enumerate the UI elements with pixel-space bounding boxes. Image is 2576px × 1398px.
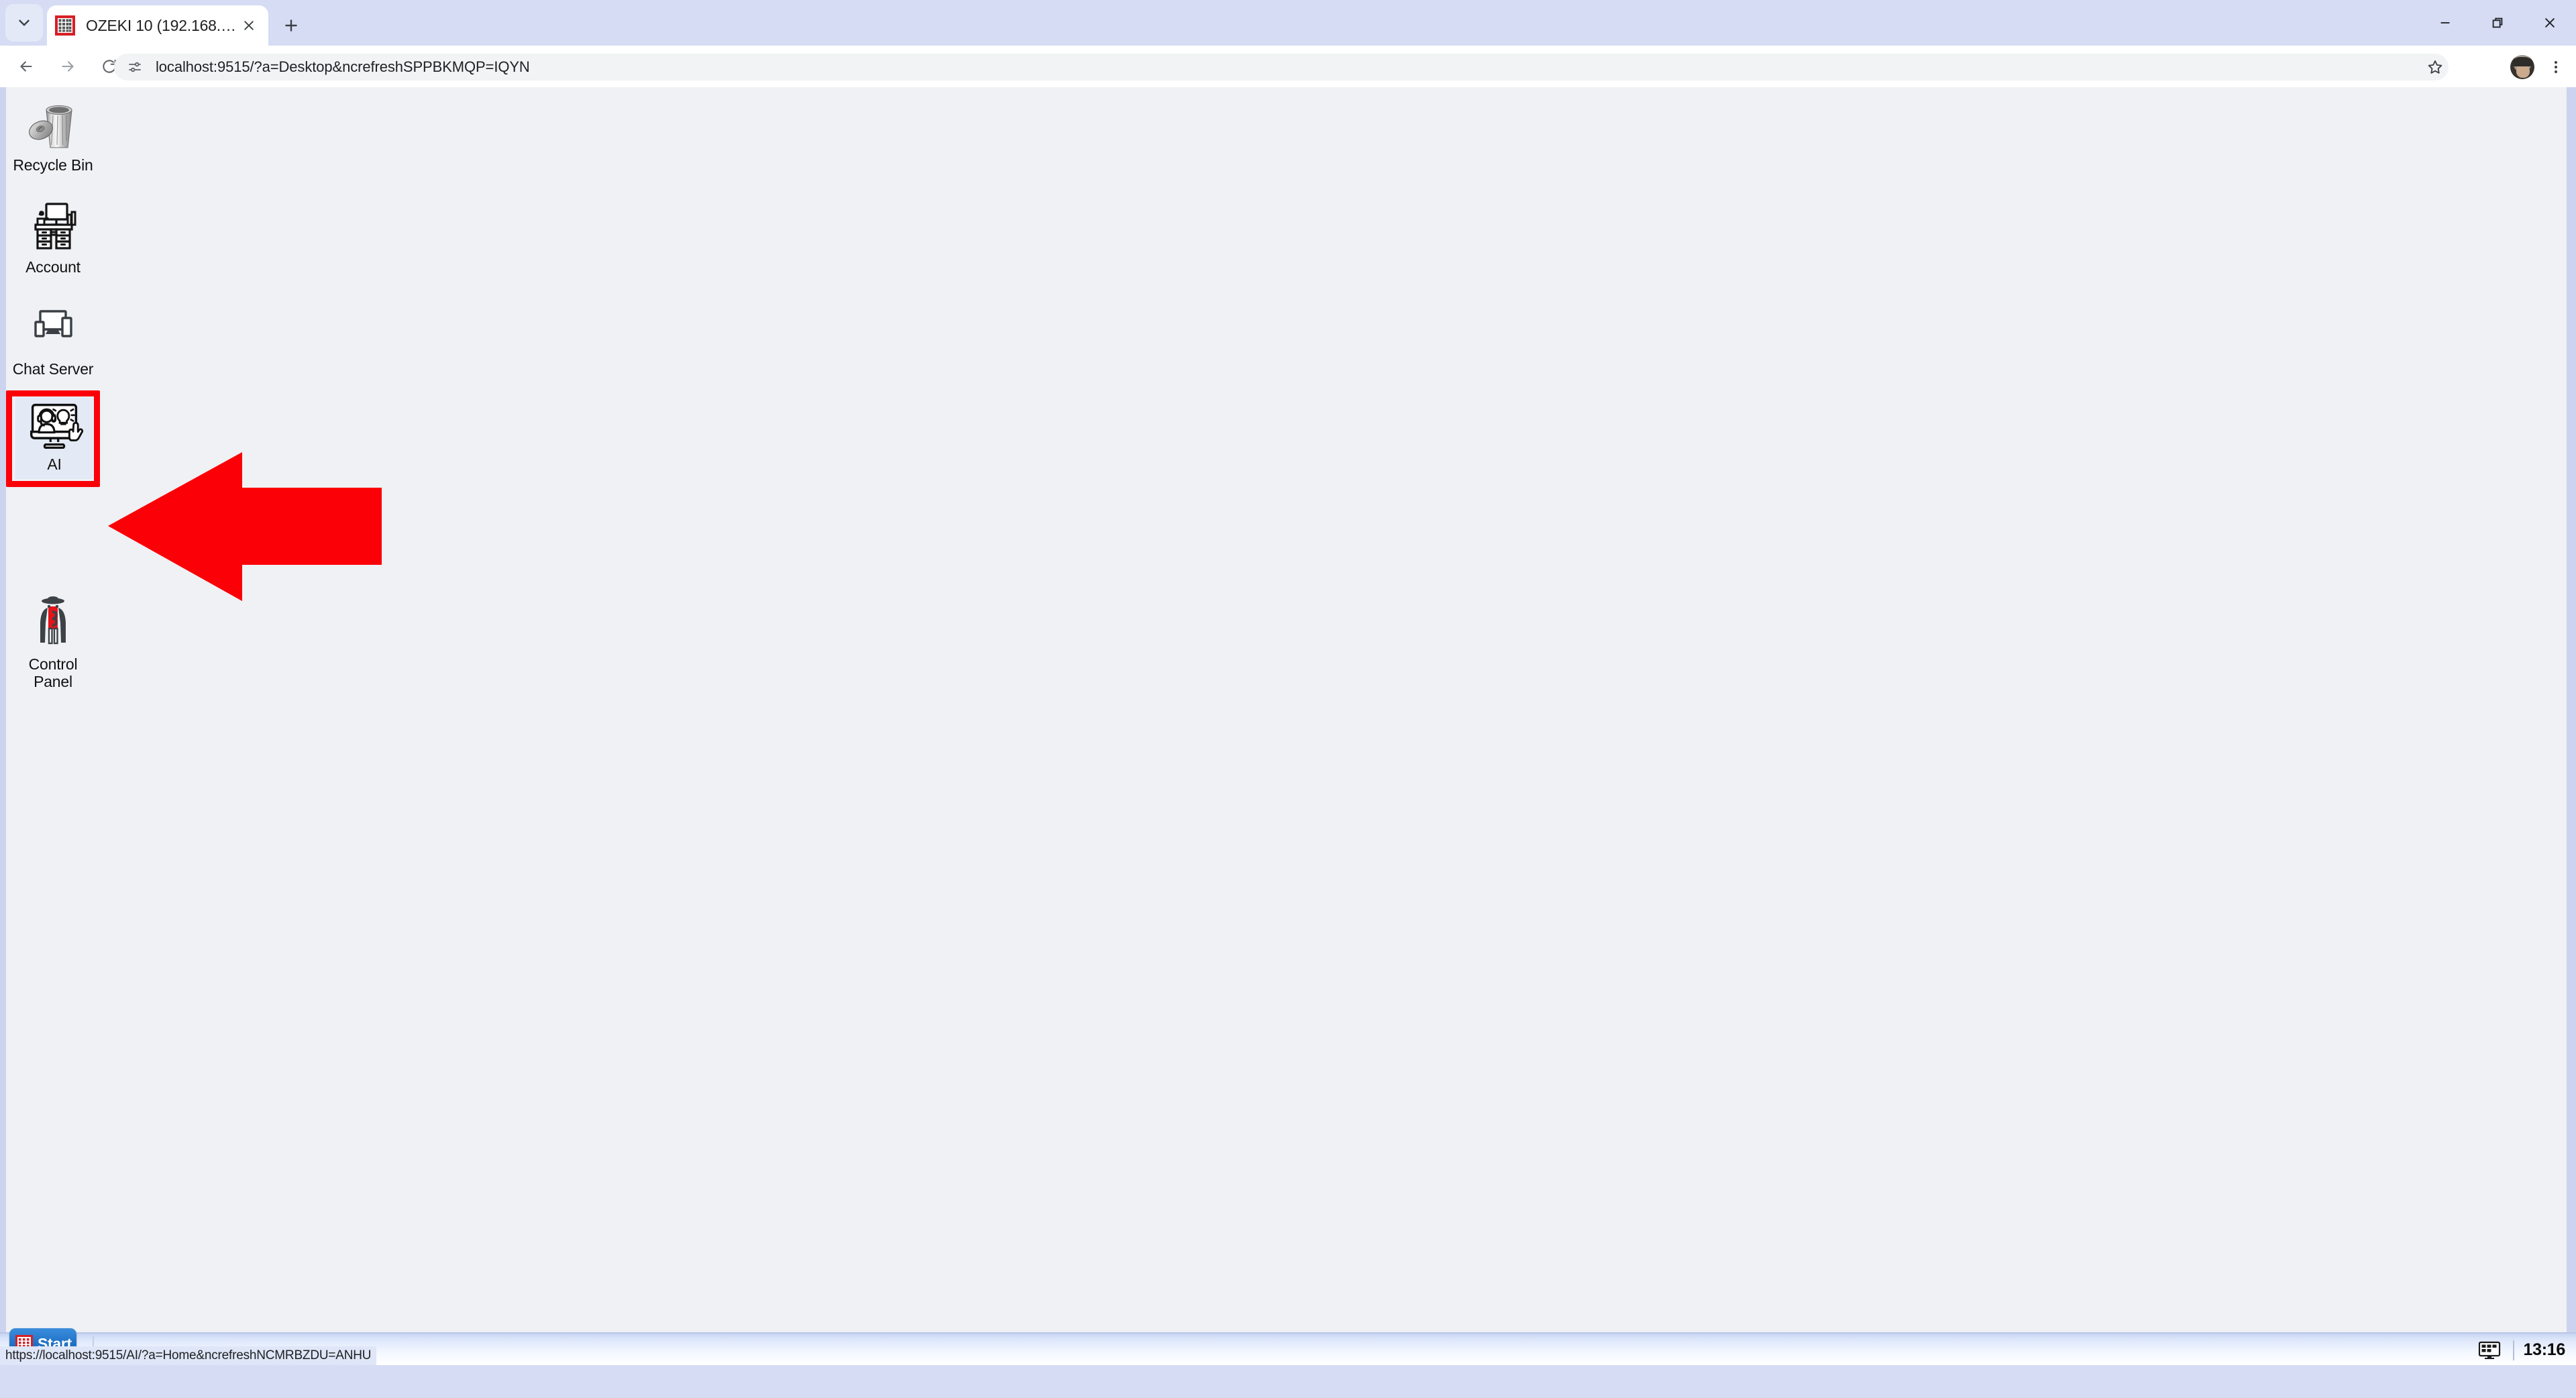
system-tray: 13:16	[2475, 1334, 2569, 1365]
window-controls	[2419, 0, 2576, 46]
show-desktop-icon[interactable]	[2475, 1340, 2504, 1361]
browser-menu-button[interactable]	[2542, 54, 2569, 80]
new-tab-button[interactable]	[274, 8, 309, 43]
red-pointer-arrow	[108, 452, 382, 601]
tab-search-button[interactable]	[5, 4, 43, 42]
page-left-edge	[0, 87, 6, 1365]
browser-toolbar: localhost:9515/?a=Desktop&ncrefreshSPPBK…	[0, 46, 2576, 87]
close-icon	[2544, 17, 2555, 28]
avatar-face	[2516, 64, 2530, 78]
tune-icon	[129, 62, 141, 72]
address-bar[interactable]: localhost:9515/?a=Desktop&ncrefreshSPPBK…	[114, 54, 2449, 80]
star-icon	[2428, 60, 2443, 74]
desktop-icon-label: Control Panel	[28, 655, 78, 690]
control-panel-icon	[21, 592, 85, 653]
plus-icon	[285, 19, 297, 32]
ozeki-taskbar: Start 13:16	[0, 1328, 2576, 1365]
ozeki-grid-favicon	[55, 15, 75, 36]
desktop-icon-ai[interactable]: AI	[15, 397, 93, 479]
chat-server-icon	[21, 297, 85, 358]
tab-title: OZEKI 10 (192.168.93.110)	[86, 16, 237, 34]
desktop-icon-label: Account	[25, 258, 80, 276]
tab-strip: OZEKI 10 (192.168.93.110)	[0, 0, 2576, 46]
chevron-down-icon	[19, 19, 30, 26]
tray-separator	[2512, 1340, 2514, 1360]
site-settings-icon[interactable]	[123, 56, 146, 78]
ozeki-desktop: Recycle Bin Account Chat Server AI Contr…	[6, 87, 2567, 1365]
close-window-button[interactable]	[2524, 0, 2576, 46]
avatar-cap	[2512, 57, 2532, 66]
desktop-icon-chat-server[interactable]: Chat Server	[6, 297, 100, 378]
browser-tab[interactable]: OZEKI 10 (192.168.93.110)	[47, 5, 268, 46]
tab-close-button[interactable]	[237, 14, 260, 37]
desktop-icon-recycle-bin[interactable]: Recycle Bin	[6, 93, 100, 174]
forward-arrow-icon	[62, 61, 74, 72]
desk-account-icon	[21, 195, 85, 256]
minimize-icon	[2440, 22, 2450, 23]
desktop-icon-label: Chat Server	[12, 360, 94, 378]
forward-button[interactable]	[47, 46, 89, 87]
ai-monitor-icon	[22, 400, 87, 453]
desktop-icon-control-panel[interactable]: Control Panel	[6, 592, 100, 691]
back-button[interactable]	[5, 46, 47, 87]
browser-window: OZEKI 10 (192.168.93.110)	[0, 0, 2576, 1398]
page-viewport: Recycle Bin Account Chat Server AI Contr…	[0, 87, 2576, 1365]
close-icon	[244, 21, 254, 30]
bookmark-button[interactable]	[2422, 54, 2449, 80]
restore-button[interactable]	[2471, 0, 2524, 46]
restore-icon	[2492, 17, 2503, 28]
status-bar-url: https://localhost:9515/AI/?a=Home&ncrefr…	[5, 1348, 372, 1362]
desktop-icon-label: Recycle Bin	[13, 156, 93, 174]
taskbar-clock[interactable]: 13:16	[2524, 1340, 2569, 1360]
recycle-bin-icon	[21, 93, 85, 154]
desktop-icon-label: AI	[47, 455, 62, 473]
profile-avatar[interactable]	[2510, 55, 2534, 79]
url-text: localhost:9515/?a=Desktop&ncrefreshSPPBK…	[156, 58, 530, 75]
page-right-edge	[2567, 87, 2576, 1365]
status-bar-link: https://localhost:9515/AI/?a=Home&ncrefr…	[0, 1346, 377, 1365]
three-dot-menu-icon	[2555, 61, 2557, 73]
desktop-icon-account[interactable]: Account	[6, 195, 100, 276]
back-arrow-icon	[20, 61, 32, 72]
minimize-button[interactable]	[2419, 0, 2471, 46]
